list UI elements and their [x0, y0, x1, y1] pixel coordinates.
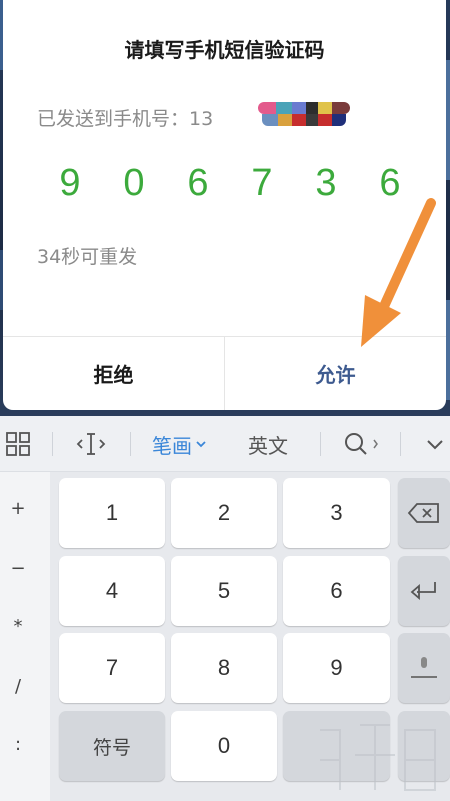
toolbar-separator [52, 432, 53, 456]
sent-label: 已发送到手机号： [37, 108, 190, 130]
toolbar-separator [130, 432, 131, 456]
backspace-key[interactable] [398, 478, 450, 548]
code-digit: 6 [187, 162, 209, 204]
text-cursor-icon[interactable] [76, 416, 106, 472]
english-mode-tab[interactable]: 英文 [248, 416, 288, 472]
keyboard-toolbar: 笔画 英文 [0, 416, 450, 472]
annotation-arrow-icon [361, 198, 436, 347]
code-digit: 0 [123, 162, 145, 204]
key-0[interactable]: 0 [171, 711, 277, 781]
symbol-key[interactable]: : [0, 734, 36, 755]
code-digit: 7 [251, 162, 273, 204]
deny-button[interactable]: 拒绝 [3, 337, 224, 410]
key-6[interactable]: 6 [283, 556, 390, 626]
collapse-keyboard-icon[interactable] [424, 416, 446, 472]
toolbar-separator [400, 432, 401, 456]
key-4[interactable]: 4 [59, 556, 165, 626]
symbol-key[interactable]: + [0, 498, 36, 519]
voice-input-key[interactable] [398, 633, 450, 703]
code-digit: 3 [315, 162, 337, 204]
phone-start: 13 [189, 108, 214, 130]
search-icon[interactable] [342, 416, 382, 472]
code-digit: 9 [59, 162, 81, 204]
symbol-key[interactable]: − [0, 558, 36, 579]
enter-key[interactable] [398, 556, 450, 626]
grid-icon[interactable] [6, 416, 30, 472]
dialog-title: 请填写手机短信验证码 [124, 38, 325, 62]
key-3[interactable]: 3 [283, 478, 390, 548]
symbol-switch-key[interactable]: 符号 [59, 711, 165, 781]
key-1[interactable]: 1 [59, 478, 165, 548]
toolbar-separator [320, 432, 321, 456]
key-8[interactable]: 8 [171, 633, 277, 703]
handwriting-label: 笔画 [152, 433, 192, 458]
key-7[interactable]: 7 [59, 633, 165, 703]
symbol-key[interactable]: / [0, 676, 36, 697]
backspace-icon [407, 503, 439, 523]
microphone-icon [411, 657, 437, 678]
watermark-logo [320, 724, 436, 791]
chevron-down-icon [196, 441, 206, 448]
resend-countdown: 34秒可重发 [37, 246, 138, 268]
key-9[interactable]: 9 [283, 633, 390, 703]
symbol-column: + − * / : [0, 472, 50, 801]
key-2[interactable]: 2 [171, 478, 277, 548]
key-5[interactable]: 5 [171, 556, 277, 626]
enter-icon [410, 582, 436, 600]
symbol-key[interactable]: * [0, 616, 36, 637]
handwriting-mode-tab[interactable]: 笔画 [152, 416, 208, 472]
phone-redaction-mosaic [258, 98, 350, 130]
screen: 请填写手机短信验证码 已发送到手机号：1368 9 0 6 7 3 6 [0, 0, 450, 801]
